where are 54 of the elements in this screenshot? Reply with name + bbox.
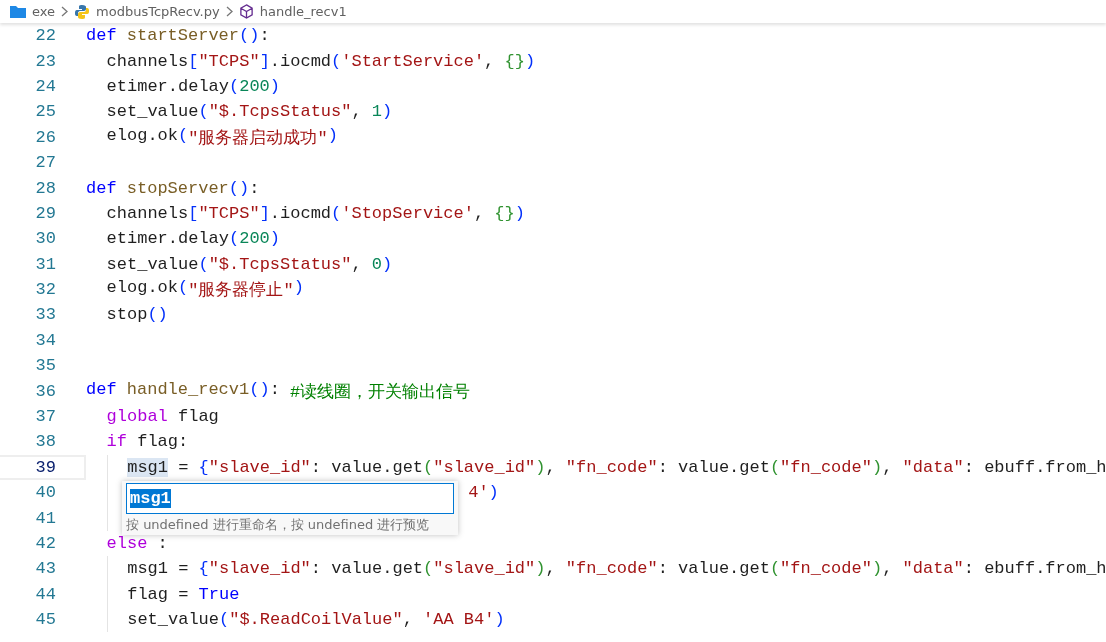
code-line: channels["TCPS"].iocmd('StopService', {}) bbox=[106, 203, 525, 223]
line-number: 40 bbox=[34, 482, 57, 505]
line-number: 42 bbox=[34, 533, 57, 555]
line-number: 31 bbox=[34, 253, 57, 276]
python-icon bbox=[74, 3, 91, 20]
code-line: elog.ok("服务器停止") bbox=[106, 278, 304, 302]
code-line: channels["TCPS"].iocmd('StartService', {}) bbox=[106, 51, 536, 71]
code-line: def handle_recv1(): #读线圈，开关输出信号 bbox=[86, 379, 471, 403]
code-line: else : bbox=[106, 534, 168, 553]
line-number: 24 bbox=[34, 75, 57, 98]
code-line: def startServer(): bbox=[86, 26, 270, 46]
code-line: msg1 = {"slave_id": value.get("slave_id"), "fn_code": value.get("fn_code"), "data": ebuff.from_h bbox=[127, 457, 1106, 477]
cube-icon bbox=[238, 4, 254, 19]
code-line: etimer.delay(200) bbox=[106, 76, 281, 96]
line-number: 38 bbox=[34, 431, 57, 454]
line-number: 23 bbox=[34, 50, 57, 73]
line-number: 45 bbox=[34, 609, 57, 632]
code-line: if flag: bbox=[106, 432, 189, 452]
rename-field[interactable]: msg1 bbox=[126, 483, 454, 514]
line-number: 35 bbox=[34, 355, 57, 378]
line-number: 28 bbox=[34, 177, 57, 200]
line-number: 33 bbox=[34, 304, 57, 327]
breadcrumb-item[interactable]: modbusTcpRecv.py bbox=[96, 4, 220, 19]
line-number: 27 bbox=[34, 152, 57, 175]
code-line: etimer.delay(200) bbox=[106, 229, 281, 249]
breadcrumb-item[interactable]: exe bbox=[32, 4, 56, 19]
code-line: elog.ok("服务器启动成功") bbox=[106, 125, 338, 149]
code-line: msg1 = {"slave_id": value.get("slave_id"), "fn_code": value.get("fn_code"), "data": ebuff.from_h bbox=[127, 559, 1106, 579]
line-number: 32 bbox=[34, 279, 57, 302]
line-number: 26 bbox=[34, 126, 57, 149]
code-line: stop() bbox=[106, 305, 168, 325]
code-line: global flag bbox=[106, 407, 219, 427]
line-number: 41 bbox=[34, 507, 57, 530]
code-line: 4') bbox=[468, 483, 499, 503]
line-number: 34 bbox=[34, 329, 57, 352]
chevron-icon bbox=[61, 6, 69, 17]
code-line: flag = True bbox=[127, 584, 240, 604]
line-number: 30 bbox=[34, 228, 57, 251]
breadcrumb-item[interactable]: handle_recv1 bbox=[259, 4, 347, 19]
code-line: set_value("$.TcpsStatus", 1) bbox=[106, 102, 393, 122]
folder-icon bbox=[10, 5, 26, 18]
line-number: 43 bbox=[34, 558, 57, 581]
line-number: 22 bbox=[34, 25, 57, 48]
line-number: 29 bbox=[34, 202, 57, 225]
current-line-number: 39 bbox=[0, 454, 86, 481]
code-line: set_value("$.ReadCoilValue", 'AA B4') bbox=[127, 610, 505, 630]
line-number: 25 bbox=[34, 101, 57, 124]
line-number: 44 bbox=[34, 583, 57, 606]
code-line: def stopServer(): bbox=[86, 178, 260, 198]
line-number: 36 bbox=[34, 380, 57, 403]
line-number: 37 bbox=[34, 406, 57, 429]
rename-hint: 按 undefined 进行重命名，按 undefined 进行预览 bbox=[126, 516, 431, 533]
chevron-icon bbox=[225, 6, 233, 17]
code-line: set_value("$.TcpsStatus", 0) bbox=[106, 254, 393, 274]
